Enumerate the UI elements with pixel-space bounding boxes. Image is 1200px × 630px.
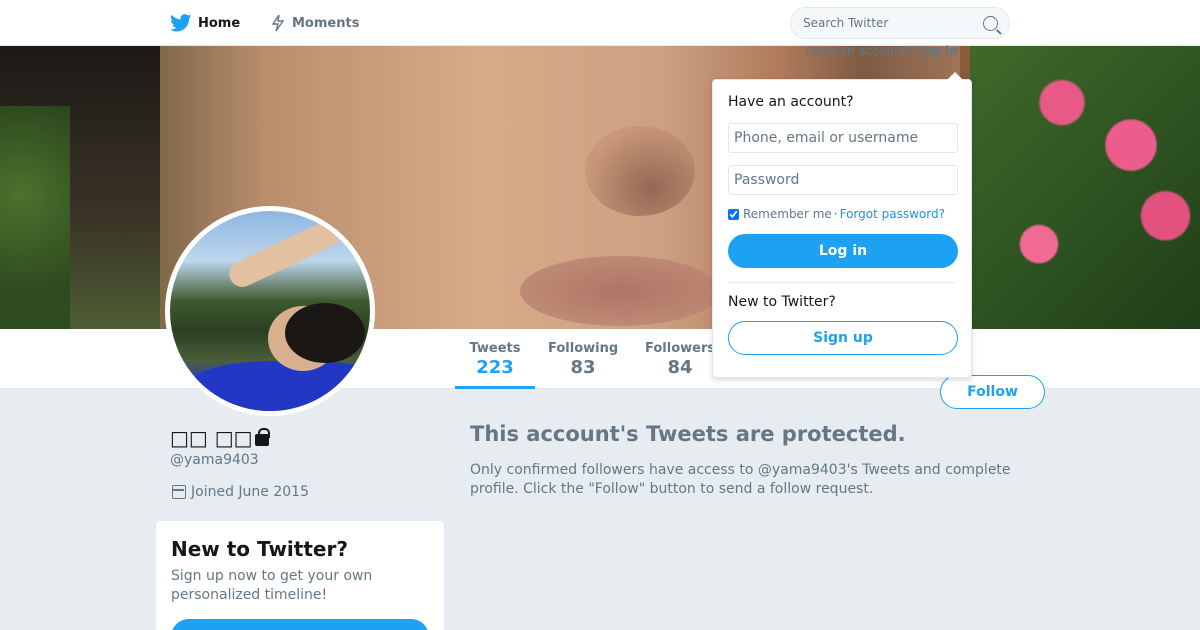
remember-checkbox[interactable] xyxy=(728,208,739,220)
stat-followers[interactable]: Followers 84 xyxy=(645,341,715,378)
forgot-password-link[interactable]: Forgot password? xyxy=(840,207,945,221)
protected-title: This account's Tweets are protected. xyxy=(470,422,906,446)
password-field[interactable] xyxy=(728,165,958,195)
have-account-prompt: Have an account? Log in xyxy=(805,44,958,58)
signup-card: New to Twitter? Sign up now to get your … xyxy=(156,521,444,630)
nav-moments-label: Moments xyxy=(292,15,360,31)
login-dropdown-title: Have an account? xyxy=(728,94,854,110)
stat-tweets[interactable]: Tweets 223 xyxy=(455,329,535,389)
login-link[interactable]: Log in xyxy=(916,44,957,58)
new-to-twitter-label: New to Twitter? xyxy=(728,294,836,310)
signup-card-button[interactable] xyxy=(171,619,429,630)
remember-row: Remember me · Forgot password? xyxy=(728,207,956,221)
profile-name: □□ □□ xyxy=(170,426,270,450)
stat-following[interactable]: Following 83 xyxy=(548,341,618,378)
lightning-icon xyxy=(271,14,285,32)
nav-home-label: Home xyxy=(198,15,241,31)
search-input[interactable] xyxy=(803,8,983,38)
lock-icon xyxy=(254,428,270,446)
login-dropdown: Have an account? Remember me · Forgot pa… xyxy=(712,72,972,378)
stat-tweets-label: Tweets xyxy=(469,341,521,356)
signup-button[interactable]: Sign up xyxy=(728,321,958,355)
stat-following-value: 83 xyxy=(570,357,596,378)
nav-moments[interactable]: Moments xyxy=(270,12,359,34)
signup-card-title: New to Twitter? xyxy=(171,537,348,561)
remember-label: Remember me xyxy=(743,207,832,221)
signup-card-text: Sign up now to get your own personalized… xyxy=(171,568,373,603)
stat-followers-value: 84 xyxy=(667,357,693,378)
dropdown-divider xyxy=(728,282,956,283)
avatar[interactable] xyxy=(165,206,375,416)
remember-separator: · xyxy=(833,207,838,221)
stat-tweets-value: 223 xyxy=(476,357,514,378)
nav-home[interactable]: Home xyxy=(170,12,240,34)
follow-button[interactable]: Follow xyxy=(940,375,1045,409)
have-account-text: Have an account? xyxy=(805,44,913,58)
joined-text: Joined June 2015 xyxy=(191,484,309,500)
joined-date: Joined June 2015 xyxy=(172,484,309,500)
protected-body: Only confirmed followers have access to … xyxy=(470,462,1011,497)
top-nav: Home Moments xyxy=(0,0,1200,46)
search-box xyxy=(790,7,1010,39)
username-field[interactable] xyxy=(728,123,958,153)
stat-following-label: Following xyxy=(548,341,619,356)
stat-followers-label: Followers xyxy=(645,341,716,356)
protected-notice: This account's Tweets are protected. Onl… xyxy=(470,422,1030,499)
calendar-icon xyxy=(172,485,186,499)
search-icon[interactable] xyxy=(983,16,998,31)
profile-handle: @yama9403 xyxy=(170,452,259,468)
display-name: □□ □□ xyxy=(170,426,253,450)
login-button[interactable]: Log in xyxy=(728,234,958,268)
twitter-bird-icon xyxy=(170,14,192,32)
